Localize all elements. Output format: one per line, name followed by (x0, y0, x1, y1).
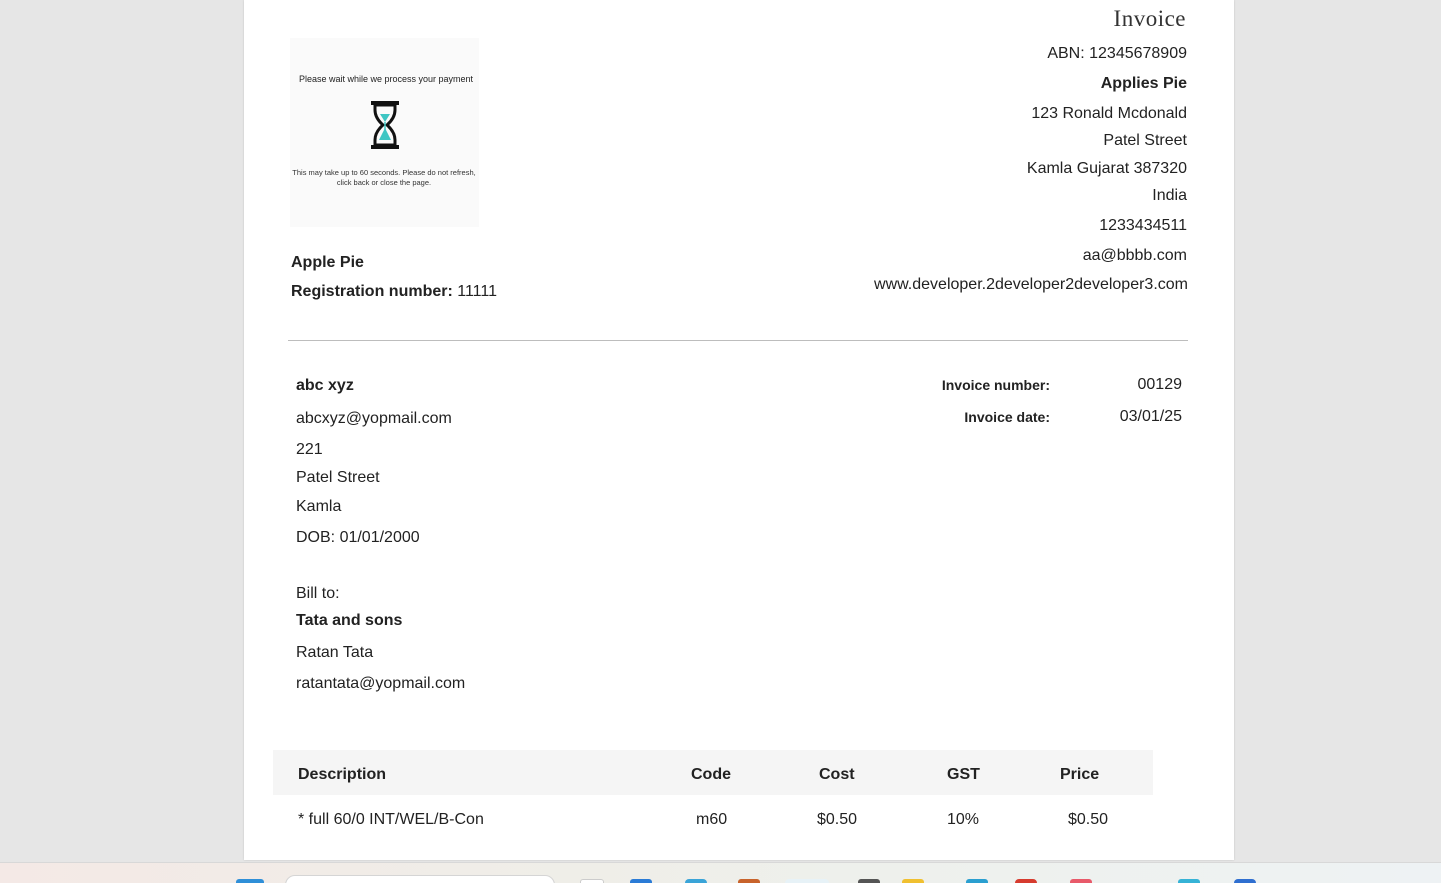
th-gst: GST (947, 766, 980, 783)
bill-to-label: Bill to: (296, 585, 340, 602)
taskbar-search-box[interactable] (285, 875, 555, 883)
logo-wait-text: Please wait while we process your paymen… (298, 74, 474, 84)
company-address-line1: 123 Ronald Mcdonald (1031, 105, 1187, 122)
company-name: Applies Pie (1100, 75, 1187, 92)
taskbar (0, 862, 1441, 883)
th-cost: Cost (819, 766, 855, 783)
th-description: Description (298, 766, 387, 783)
taskbar-app-icon[interactable] (902, 879, 924, 883)
invoice-title: Invoice (1113, 6, 1186, 31)
td-price: $0.50 (1068, 811, 1109, 828)
registration-number: Registration number: 11111 (291, 283, 497, 301)
bill-to-contact: Ratan Tata (296, 644, 374, 661)
company-website: www.developer.2developer2developer3.com (874, 276, 1188, 293)
taskbar-app-icon[interactable] (858, 879, 880, 883)
bill-to-company: Tata and sons (296, 612, 403, 629)
taskbar-app-icon[interactable] (630, 879, 652, 883)
customer-name: abc xyz (296, 377, 354, 394)
invoice-number-value: 00129 (1137, 376, 1183, 393)
th-code: Code (691, 766, 731, 783)
taskbar-app-icon[interactable] (1178, 879, 1200, 883)
company-country: India (1152, 187, 1187, 204)
company-email: aa@bbbb.com (1082, 247, 1187, 264)
taskbar-active-app-icon[interactable] (785, 879, 829, 883)
td-cost: $0.50 (817, 811, 858, 828)
registration-label: Registration number: (291, 283, 453, 300)
abn: ABN: 12345678909 (1047, 45, 1187, 62)
customer-address-line3: Kamla (296, 498, 342, 515)
taskbar-app-icon[interactable] (685, 879, 707, 883)
company-phone: 1233434511 (1099, 217, 1187, 234)
seller-name: Apple Pie (291, 254, 364, 271)
taskbar-app-icon[interactable] (966, 879, 988, 883)
company-logo: Please wait while we process your paymen… (290, 38, 479, 227)
taskbar-app-icon[interactable] (1070, 879, 1092, 883)
company-address-line2: Patel Street (1103, 132, 1187, 149)
taskbar-app-icon[interactable] (1015, 879, 1037, 883)
td-description: * full 60/0 INT/WEL/B-Con (298, 811, 484, 828)
taskbar-app-icon[interactable] (738, 879, 760, 883)
start-icon[interactable] (236, 879, 264, 883)
invoice-number-label: Invoice number: (941, 377, 1050, 393)
invoice-date-value: 03/01/25 (1119, 408, 1182, 425)
company-address-line3: Kamla Gujarat 387320 (1026, 160, 1187, 177)
td-gst: 10% (947, 811, 980, 828)
customer-address-line1: 221 (296, 441, 323, 458)
logo-note-text: This may take up to 60 seconds. Please d… (292, 168, 476, 187)
taskbar-app-icon[interactable] (1234, 879, 1256, 883)
registration-value: 11111 (457, 283, 497, 300)
taskbar-app-icon[interactable] (580, 879, 604, 883)
td-code: m60 (696, 811, 728, 828)
invoice-page: Invoice ABN: 12345678909 Applies Pie 123… (244, 0, 1234, 860)
customer-email: abcxyz@yopmail.com (296, 410, 452, 427)
viewer-viewport: Invoice ABN: 12345678909 Applies Pie 123… (0, 0, 1441, 883)
customer-address-line2: Patel Street (296, 469, 380, 486)
th-price: Price (1060, 766, 1100, 783)
invoice-date-label: Invoice date: (964, 409, 1050, 425)
hourglass-icon (371, 101, 399, 149)
header-divider (288, 340, 1188, 341)
customer-dob: DOB: 01/01/2000 (296, 529, 420, 546)
bill-to-email: ratantata@yopmail.com (296, 675, 466, 692)
